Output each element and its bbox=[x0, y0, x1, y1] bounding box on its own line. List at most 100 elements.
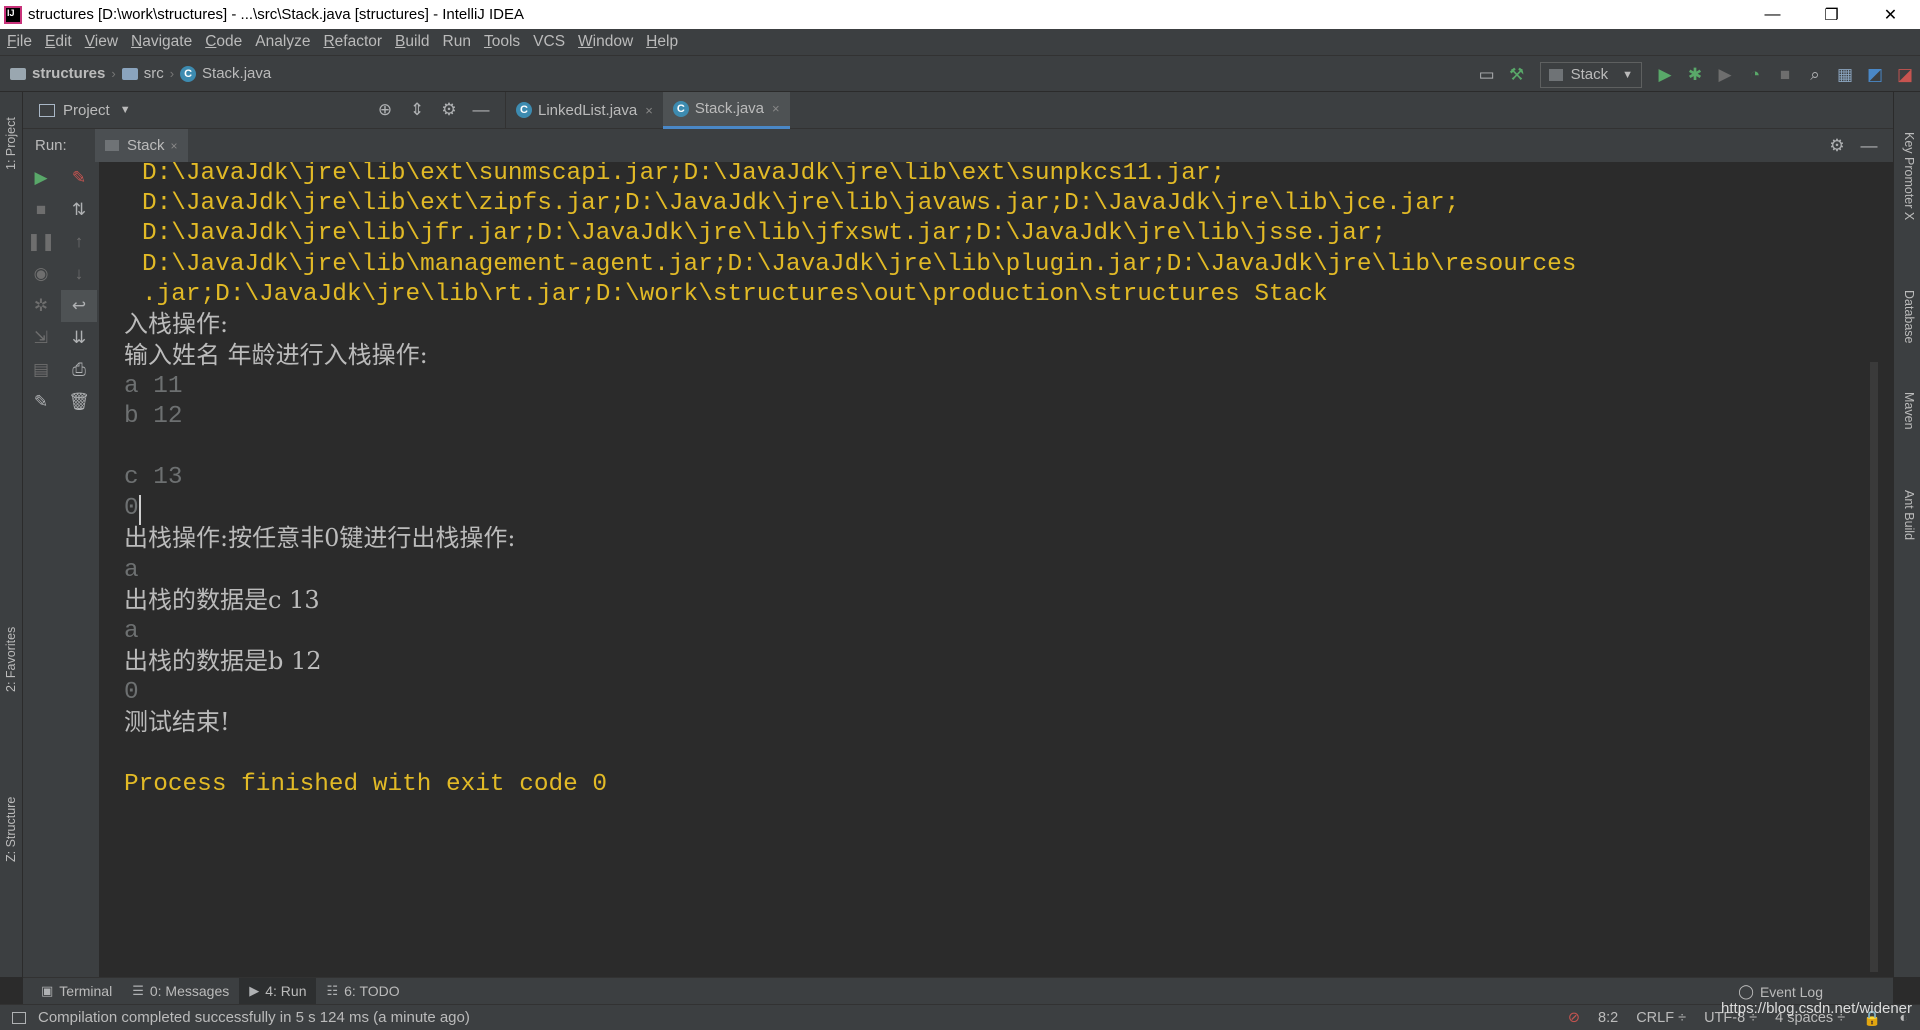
java-class-icon: C bbox=[180, 65, 197, 82]
search-icon[interactable]: ⌕ bbox=[1800, 60, 1830, 90]
console-scrollbar[interactable] bbox=[1867, 162, 1881, 977]
toggle-tool-windows-icon[interactable] bbox=[12, 1011, 26, 1024]
menu-vcs[interactable]: VCS bbox=[533, 33, 565, 51]
exit-icon[interactable]: ⇲ bbox=[23, 322, 59, 354]
profile-icon[interactable]: ◔ bbox=[1740, 60, 1770, 90]
tab-stack-java[interactable]: C Stack.java × bbox=[662, 91, 790, 129]
plugin-icon[interactable]: ◪ bbox=[1890, 60, 1920, 90]
tab-messages[interactable]: ☰ 0: Messages bbox=[122, 978, 239, 1005]
layout-icon[interactable]: ▤ bbox=[23, 354, 59, 386]
edit-config-icon[interactable]: ✎ bbox=[61, 162, 97, 194]
collapse-all-icon[interactable]: ⇕ bbox=[401, 100, 433, 120]
caret-position[interactable]: 8:2 bbox=[1598, 1010, 1618, 1026]
status-message: Compilation completed successfully in 5 … bbox=[38, 1009, 470, 1026]
editor-tabs-row: Project ▼ ⊕ ⇕ ⚙ — C LinkedList.java × C … bbox=[23, 91, 1893, 129]
breadcrumb-separator: › bbox=[111, 66, 116, 81]
menu-window[interactable]: Window bbox=[578, 33, 633, 51]
run-icon[interactable]: ▶ bbox=[1650, 60, 1680, 90]
project-panel-header[interactable]: Project ▼ ⊕ ⇕ ⚙ — bbox=[23, 91, 506, 129]
project-panel-tools: ⊕ ⇕ ⚙ — bbox=[369, 92, 497, 129]
run-console[interactable]: D:\JavaJdk\jre\lib\ext\sunmscapi.jar;D:\… bbox=[99, 162, 1881, 977]
maven-tool-button[interactable]: Maven bbox=[1902, 392, 1916, 430]
menu-analyze[interactable]: Analyze bbox=[255, 33, 310, 51]
menu-code[interactable]: Code bbox=[205, 33, 242, 51]
breadcrumb-project[interactable]: structures bbox=[10, 65, 105, 82]
project-tool-button[interactable]: 1: Project bbox=[4, 117, 18, 170]
locate-target-icon[interactable]: ⊕ bbox=[369, 100, 401, 120]
gear-icon[interactable]: ⚙ bbox=[1821, 136, 1853, 156]
menu-edit[interactable]: Edit bbox=[45, 33, 72, 51]
menu-build[interactable]: Build bbox=[395, 33, 429, 51]
run-panel-label: Run: bbox=[35, 137, 67, 154]
rerun-icon[interactable]: ▶ bbox=[23, 162, 59, 194]
run-toolbar-column-1: ▶ ■ ❚❚ ◉ ✲ ⇲ ▤ ✎ bbox=[23, 162, 59, 418]
gear-icon[interactable]: ⚙ bbox=[433, 100, 465, 120]
pin-icon[interactable]: ✎ bbox=[23, 386, 59, 418]
tab-terminal[interactable]: ▣ Terminal bbox=[31, 978, 122, 1005]
hide-panel-icon[interactable]: — bbox=[1853, 136, 1885, 156]
close-window-button[interactable]: ✕ bbox=[1861, 0, 1920, 29]
run-panel-header-tools: ⚙ — bbox=[1821, 129, 1885, 162]
scrollbar-thumb[interactable] bbox=[1870, 362, 1878, 972]
scroll-to-end-icon[interactable]: ⇊ bbox=[61, 322, 97, 354]
debug-bug-icon[interactable]: ✱ bbox=[1680, 60, 1710, 90]
structure-tool-button[interactable]: Z: Structure bbox=[4, 797, 18, 862]
pause-icon[interactable]: ❚❚ bbox=[23, 226, 59, 258]
status-bar: Compilation completed successfully in 5 … bbox=[0, 1004, 1920, 1030]
tab-run[interactable]: ▶ 4: Run bbox=[239, 977, 317, 1005]
bottom-tool-bar: ▣ Terminal ☰ 0: Messages ▶ 4: Run ☷ 6: T… bbox=[23, 977, 1893, 1005]
messages-icon: ☰ bbox=[132, 983, 144, 998]
breadcrumb-file[interactable]: C Stack.java bbox=[180, 65, 271, 82]
run-toolbar-column-2: ✎ ⇅ ↑ ↓ ↩ ⇊ ⎙ 🗑 bbox=[61, 162, 97, 418]
main-toolbar: ▭ ⚒ Stack ▼ ▶ ✱ ▶ ◔ ■ ⌕ ▦ ◩ ◪ bbox=[1472, 56, 1920, 93]
source-folder-icon bbox=[121, 67, 138, 80]
tab-todo[interactable]: ☷ 6: TODO bbox=[316, 978, 409, 1005]
project-structure-icon[interactable]: ▦ bbox=[1830, 60, 1860, 90]
menu-navigate[interactable]: Navigate bbox=[131, 33, 192, 51]
close-tab-icon[interactable]: × bbox=[171, 139, 178, 153]
hide-panel-icon[interactable]: — bbox=[465, 100, 497, 120]
run-configuration-select[interactable]: Stack ▼ bbox=[1539, 61, 1642, 88]
menu-file[interactable]: File bbox=[7, 33, 32, 51]
dump-threads-icon[interactable]: ◉ bbox=[23, 258, 59, 290]
window-icon[interactable]: ▭ bbox=[1472, 60, 1502, 90]
menu-refactor[interactable]: Refactor bbox=[323, 33, 382, 51]
run-coverage-icon[interactable]: ▶ bbox=[1710, 60, 1740, 90]
line-separator-select[interactable]: CRLF ÷ bbox=[1636, 1010, 1686, 1026]
key-promoter-tool-button[interactable]: Key Promoter X bbox=[1902, 132, 1916, 220]
minimize-button[interactable]: — bbox=[1743, 0, 1802, 29]
power-save-icon[interactable]: ⊘ bbox=[1568, 1010, 1580, 1026]
run-icon: ▶ bbox=[249, 983, 260, 998]
console-input-line: b 12 bbox=[124, 403, 183, 430]
navigation-bar: structures › src › C Stack.java ▭ ⚒ Stac… bbox=[0, 55, 1920, 92]
sort-icon[interactable]: ⇅ bbox=[61, 194, 97, 226]
menu-help[interactable]: Help bbox=[646, 33, 678, 51]
menu-tools[interactable]: Tools bbox=[484, 33, 520, 51]
run-tab-stack[interactable]: Stack × bbox=[95, 129, 188, 162]
ant-build-tool-button[interactable]: Ant Build bbox=[1902, 490, 1916, 540]
menu-run[interactable]: Run bbox=[443, 33, 471, 51]
breadcrumb-src[interactable]: src bbox=[121, 65, 164, 82]
print-icon[interactable]: ⎙ bbox=[61, 354, 97, 386]
menu-view[interactable]: View bbox=[85, 33, 118, 51]
run-toolbar: ▶ ■ ❚❚ ◉ ✲ ⇲ ▤ ✎ ✎ ⇅ ↑ ↓ ↩ ⇊ ⎙ 🗑 bbox=[23, 162, 99, 977]
translate-plugin-icon[interactable]: ◩ bbox=[1860, 60, 1890, 90]
close-tab-icon[interactable]: × bbox=[772, 101, 780, 116]
build-hammer-icon[interactable]: ⚒ bbox=[1502, 60, 1532, 90]
up-arrow-icon[interactable]: ↑ bbox=[61, 226, 97, 258]
database-tool-button[interactable]: Database bbox=[1902, 290, 1916, 344]
tab-linkedlist-java[interactable]: C LinkedList.java × bbox=[506, 92, 663, 129]
close-tab-icon[interactable]: × bbox=[645, 103, 653, 118]
console-output-line: 测试结束! bbox=[124, 708, 230, 736]
restore-button[interactable]: ❐ bbox=[1802, 0, 1861, 29]
breadcrumb-separator: › bbox=[169, 66, 175, 81]
title-bar: structures [D:\work\structures] - ...\sr… bbox=[0, 0, 1920, 29]
down-arrow-icon[interactable]: ↓ bbox=[61, 258, 97, 290]
settings-icon[interactable]: ✲ bbox=[23, 290, 59, 322]
favorites-tool-button[interactable]: 2: Favorites bbox=[4, 627, 18, 692]
trash-icon[interactable]: 🗑 bbox=[61, 386, 97, 418]
event-log-icon: ◯ bbox=[1738, 983, 1754, 999]
stop-icon[interactable]: ■ bbox=[23, 194, 59, 226]
stop-icon[interactable]: ■ bbox=[1770, 60, 1800, 90]
soft-wrap-icon[interactable]: ↩ bbox=[61, 290, 97, 322]
